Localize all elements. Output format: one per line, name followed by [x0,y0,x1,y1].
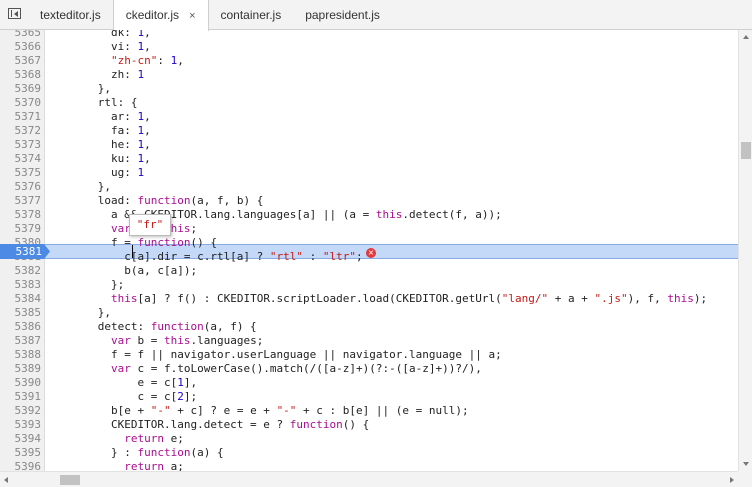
line-number[interactable]: 5393 [0,418,42,432]
code-line[interactable]: c[a].dir = c.rtl[a] ? "rtl" : "ltr"; [58,250,362,264]
text-cursor [132,245,133,258]
code-line[interactable]: f = f || navigator.userLanguage || navig… [58,348,502,362]
code-line[interactable]: }, [58,306,111,320]
scroll-left-icon[interactable] [4,477,8,483]
sidebar-toggle-icon[interactable] [8,8,21,19]
code-line[interactable]: return a; [58,460,184,471]
line-number[interactable]: 5372 [0,124,42,138]
tab-papresident[interactable]: papresident.js [293,0,392,30]
code-line[interactable]: ug: 1 [58,166,144,180]
code-line[interactable]: ku: 1, [58,152,151,166]
tab-bar: texteditor.js ckeditor.js × container.js … [0,0,752,31]
tab-label: ckeditor.js [125,8,180,22]
line-number[interactable]: 5374 [0,152,42,166]
line-number[interactable]: 5384 [0,292,42,306]
scroll-down-icon[interactable] [743,462,749,466]
tab-label: papresident.js [305,8,380,22]
code-line[interactable]: fa: 1, [58,124,151,138]
code-line[interactable]: }, [58,180,111,194]
line-number[interactable]: 5382 [0,264,42,278]
code-line[interactable]: f = function() { [58,236,217,250]
code-line[interactable]: var c = f.toLowerCase().match(/([a-z]+)(… [58,362,482,376]
code-line[interactable]: this[a] ? f() : CKEDITOR.scriptLoader.lo… [58,292,707,306]
tab-ckeditor[interactable]: ckeditor.js × [112,0,209,31]
line-number[interactable]: 5391 [0,390,42,404]
scroll-up-icon[interactable] [743,35,749,39]
line-number[interactable]: 5365 [0,30,42,40]
code-line[interactable]: }; [58,278,124,292]
code-editor[interactable]: 5365 5366 5367 5368 5369 5370 5371 5372 5373 5374… [0,30,738,471]
line-number[interactable]: 5394 [0,432,42,446]
vertical-scroll-thumb[interactable] [741,142,751,159]
code-line[interactable]: c = c[2]; [58,390,197,404]
code-line[interactable]: CKEDITOR.lang.detect = e ? function() { [58,418,369,432]
line-number[interactable]: 5383 [0,278,42,292]
line-number[interactable]: 5378 [0,208,42,222]
line-number[interactable]: 5379 [0,222,42,236]
code-line[interactable]: he: 1, [58,138,151,152]
code-line[interactable]: ar: 1, [58,110,151,124]
breakpoint-line-number[interactable]: 5381 [0,244,50,259]
line-number[interactable]: 5375 [0,166,42,180]
horizontal-scroll-thumb[interactable] [60,475,80,485]
line-number[interactable]: 5386 [0,320,42,334]
line-number[interactable]: 5388 [0,348,42,362]
code-line[interactable]: return e; [58,432,184,446]
code-line[interactable]: load: function(a, f, b) { [58,194,264,208]
code-line[interactable]: dk: 1, [58,30,151,40]
horizontal-scrollbar[interactable] [0,471,738,487]
code-line[interactable]: }, [58,82,111,96]
code-line[interactable]: "zh-cn": 1, [58,54,184,68]
tab-container[interactable]: container.js [209,0,294,30]
vertical-scrollbar[interactable] [738,30,752,471]
line-number[interactable]: 5385 [0,306,42,320]
line-number[interactable]: 5368 [0,68,42,82]
line-number[interactable]: 5369 [0,82,42,96]
line-number[interactable]: 5373 [0,138,42,152]
tab-label: texteditor.js [40,8,101,22]
code-line[interactable]: b[e + "-" + c] ? e = e + "-" + c : b[e] … [58,404,469,418]
code-line[interactable]: zh: 1 [58,68,144,82]
line-number[interactable]: 5390 [0,376,42,390]
scroll-corner [738,471,752,487]
line-number[interactable]: 5371 [0,110,42,124]
tab-list: texteditor.js ckeditor.js × container.js … [28,0,392,31]
line-number[interactable]: 5367 [0,54,42,68]
tab-texteditor[interactable]: texteditor.js [28,0,113,30]
code-line[interactable]: b(a, c[a]); [58,264,197,278]
error-icon[interactable]: × [366,248,376,258]
line-number[interactable]: 5389 [0,362,42,376]
code-line[interactable]: vi: 1, [58,40,151,54]
code-line[interactable]: var c = this; [58,222,197,236]
line-number[interactable]: 5396 [0,460,42,471]
line-number[interactable]: 5377 [0,194,42,208]
scroll-right-icon[interactable] [730,477,734,483]
code-line[interactable]: rtl: { [58,96,138,110]
tab-label: container.js [220,8,282,22]
code-line[interactable]: e = c[1], [58,376,197,390]
line-number[interactable]: 5366 [0,40,42,54]
value-tooltip: "fr" [129,214,171,236]
line-number[interactable]: 5392 [0,404,42,418]
line-number[interactable]: 5376 [0,180,42,194]
close-icon[interactable]: × [189,1,195,31]
line-number[interactable]: 5395 [0,446,42,460]
line-number[interactable]: 5387 [0,334,42,348]
code-line[interactable]: var b = this.languages; [58,334,263,348]
line-number[interactable]: 5370 [0,96,42,110]
code-line[interactable]: a && CKEDITOR.lang.languages[a] || (a = … [58,208,502,222]
code-line[interactable]: } : function(a) { [58,446,224,460]
code-line[interactable]: detect: function(a, f) { [58,320,257,334]
